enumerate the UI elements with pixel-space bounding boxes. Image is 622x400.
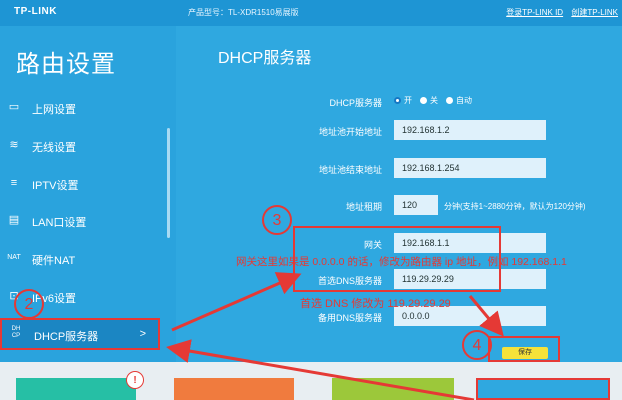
top-bar: TP-LINK 产品型号：TL-XDR1510易展版 登录TP-LINK ID … — [0, 0, 622, 26]
nat-icon: NAT — [7, 254, 21, 261]
dhcp-icon: DH CP — [11, 326, 21, 339]
sidebar-scrollbar[interactable] — [167, 128, 170, 238]
radio-dot — [446, 97, 453, 104]
radio-on[interactable]: 开 — [394, 95, 412, 106]
sidebar-item-wireless[interactable]: ≋ 无线设置 — [0, 132, 166, 160]
lease-hint: 分钟(支持1~2880分钟，默认为120分钟) — [444, 202, 586, 211]
sidebar-item-label: DHCP服务器 — [34, 331, 99, 343]
dhcp-radio-group: 开 关 自动 — [394, 95, 472, 106]
sidebar-item-lan[interactable]: ▤ LAN口设置 — [0, 207, 166, 235]
tile-blue[interactable] — [476, 378, 610, 400]
pool-end-input[interactable]: 192.168.1.254 — [394, 158, 546, 178]
annotation-step-3: 3 — [262, 205, 292, 235]
sidebar-item-dhcp[interactable]: DH CP DHCP服务器 > — [0, 318, 160, 350]
radio-label: 关 — [430, 96, 438, 105]
pool-start-label: 地址池开始地址 — [318, 127, 382, 137]
sidebar-item-label: 上网设置 — [32, 104, 76, 116]
radio-dot — [420, 97, 427, 104]
lease-input[interactable]: 120 — [394, 195, 438, 215]
pool-end-label: 地址池结束地址 — [318, 165, 382, 175]
annotation-step-2: 2 — [14, 289, 44, 319]
sidebar-title: 路由设置 — [16, 51, 116, 78]
sidebar-item-label: IPTV设置 — [32, 180, 79, 192]
sidebar-item-iptv[interactable]: ≡ IPTV设置 — [0, 170, 166, 198]
tile-teal[interactable] — [16, 378, 136, 400]
sidebar-item-label: LAN口设置 — [32, 217, 87, 229]
create-link[interactable]: 创建TP-LINK — [571, 8, 618, 17]
lan-icon: ▤ — [8, 214, 20, 226]
chevron-right-icon: > — [139, 328, 146, 340]
dns2-label: 备用DNS服务器 — [317, 313, 382, 323]
tplink-logo: TP-LINK — [14, 6, 57, 17]
top-links: 登录TP-LINK ID 创建TP-LINK — [500, 7, 618, 18]
laptop-icon: ▭ — [8, 101, 20, 113]
pool-start-input[interactable]: 192.168.1.2 — [394, 120, 546, 140]
login-link[interactable]: 登录TP-LINK ID — [506, 8, 563, 17]
radio-dot-selected — [394, 97, 401, 104]
sidebar-item-nat[interactable]: NAT 硬件NAT — [0, 245, 166, 273]
radio-off[interactable]: 关 — [420, 95, 438, 106]
annotation-note-dns: 首选 DNS 修改为 119.29.29.29 — [300, 298, 451, 310]
page-title: DHCP服务器 — [218, 50, 312, 67]
sidebar-item-label: 硬件NAT — [32, 255, 76, 267]
sidebar-item-internet[interactable]: ▭ 上网设置 — [0, 94, 166, 122]
annotation-note-gateway: 网关这里如果是 0.0.0.0 的话，修改为路由器 ip 地址，例如 192.1… — [236, 256, 567, 268]
tile-orange[interactable] — [174, 378, 294, 400]
radio-auto[interactable]: 自动 — [446, 95, 472, 106]
annotation-step-4: 4 — [462, 330, 492, 360]
radio-label: 自动 — [456, 96, 472, 105]
alert-badge: ! — [126, 371, 144, 389]
wifi-icon: ≋ — [9, 139, 19, 151]
tv-icon: ≡ — [10, 177, 18, 189]
radio-label: 开 — [404, 96, 412, 105]
annotation-box-save — [488, 336, 560, 362]
sidebar-item-label: 无线设置 — [32, 142, 76, 154]
tile-green[interactable] — [332, 378, 454, 400]
dhcp-label: DHCP服务器 — [329, 98, 382, 108]
model-label: 产品型号：TL-XDR1510易展版 — [188, 8, 299, 17]
